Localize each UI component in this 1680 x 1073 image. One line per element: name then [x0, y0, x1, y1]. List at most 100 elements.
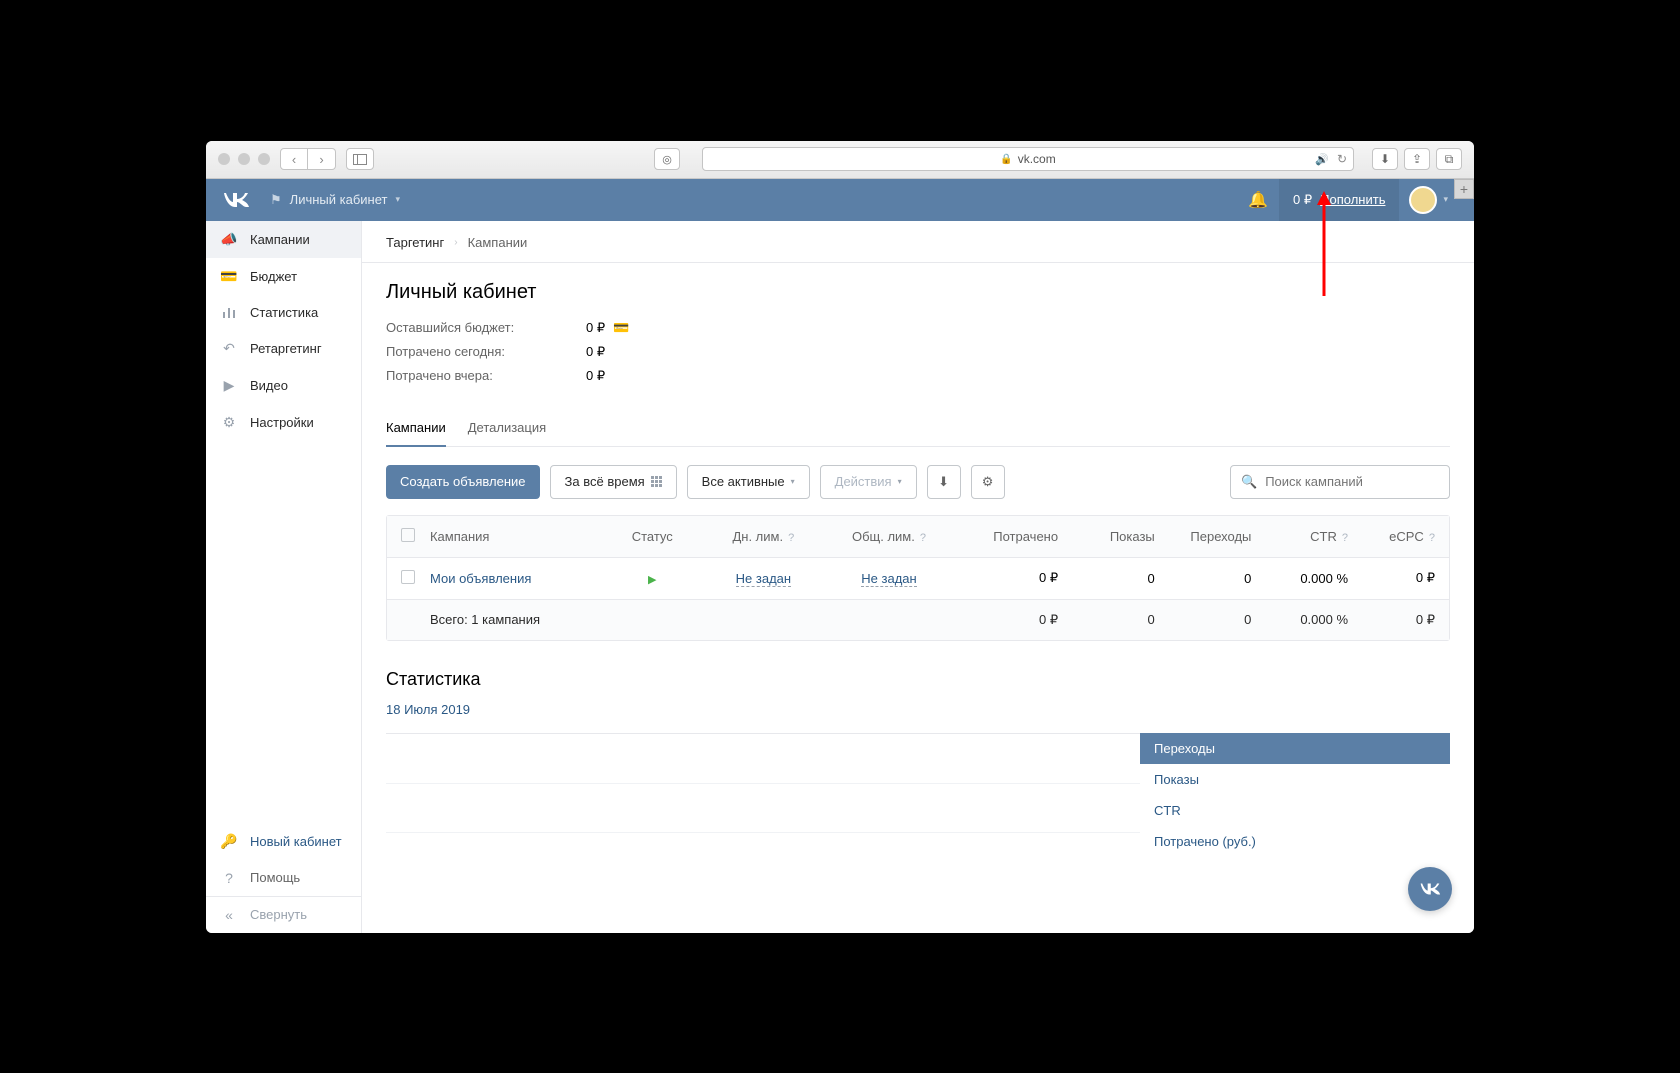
- downloads-button[interactable]: ⬇: [1372, 148, 1398, 170]
- search-input[interactable]: [1265, 474, 1441, 489]
- total-limit-link[interactable]: Не задан: [861, 571, 916, 587]
- safari-sidebar-button[interactable]: [346, 148, 374, 170]
- campaigns-table: Кампания Статус Дн. лим. ? Общ. лим. ? П…: [386, 515, 1450, 641]
- sidebar-item-budget[interactable]: 💳 Бюджет: [206, 258, 361, 295]
- sidebar-item-label: Новый кабинет: [250, 834, 342, 849]
- tab-campaigns[interactable]: Кампании: [386, 410, 446, 447]
- period-selector[interactable]: За всё время: [550, 465, 677, 499]
- row-checkbox[interactable]: [401, 570, 415, 584]
- content-tabs: Кампании Детализация: [386, 410, 1450, 447]
- sidebar-collapse[interactable]: « Свернуть: [206, 896, 361, 933]
- stats-date[interactable]: 18 Июля 2019: [386, 702, 470, 717]
- sidebar-new-cabinet[interactable]: 🔑 Новый кабинет: [206, 823, 361, 860]
- forward-button[interactable]: ›: [308, 148, 336, 170]
- sidebar-help[interactable]: ? Помощь: [206, 860, 361, 896]
- breadcrumb-root[interactable]: Таргетинг: [386, 235, 444, 250]
- tab-details[interactable]: Детализация: [468, 410, 546, 447]
- privacy-shield-button[interactable]: ◎: [654, 148, 680, 170]
- profile-menu[interactable]: ▾: [1399, 179, 1458, 221]
- remaining-budget-value: 0 ₽: [586, 320, 605, 336]
- download-button[interactable]: ⬇: [927, 465, 961, 499]
- key-icon: 🔑: [220, 833, 238, 850]
- spent-yesterday-value: 0 ₽: [586, 368, 605, 384]
- calendar-icon: [651, 476, 662, 487]
- vk-header: ⚑ Личный кабинет ▾ 🔔 0 ₽ Пополнить ▾: [206, 179, 1474, 221]
- share-button[interactable]: ⇪: [1404, 148, 1430, 170]
- search-campaigns[interactable]: 🔍: [1230, 465, 1450, 499]
- cell-clicks: 0: [1155, 571, 1252, 586]
- chart-icon: [220, 306, 238, 318]
- sidebar-item-label: Кампании: [250, 232, 310, 247]
- vk-logo[interactable]: [222, 191, 250, 209]
- gear-icon: ⚙: [982, 474, 994, 490]
- spent-yesterday-label: Потрачено вчера:: [386, 368, 586, 383]
- create-ad-button[interactable]: Создать объявление: [386, 465, 540, 499]
- video-icon: ▶: [220, 377, 238, 394]
- footer-total-label: Всего: 1 кампания: [430, 612, 604, 627]
- th-campaign[interactable]: Кампания: [430, 529, 604, 544]
- th-impressions[interactable]: Показы: [1058, 529, 1155, 544]
- toolbar: Создать объявление За всё время Все акти…: [386, 465, 1450, 499]
- th-status[interactable]: Статус: [604, 529, 701, 544]
- undo-icon: ↶: [220, 340, 238, 357]
- th-daily-limit[interactable]: Дн. лим. ?: [701, 529, 827, 544]
- sidebar-item-retargeting[interactable]: ↶ Ретаргетинг: [206, 330, 361, 367]
- sidebar-item-statistics[interactable]: Статистика: [206, 295, 361, 330]
- legend-ctr[interactable]: CTR: [1140, 795, 1450, 826]
- gear-icon: ⚙: [220, 414, 238, 431]
- sound-icon[interactable]: 🔊: [1315, 153, 1329, 166]
- status-filter[interactable]: Все активные ▾: [687, 465, 810, 499]
- th-clicks[interactable]: Переходы: [1155, 529, 1252, 544]
- sidebar-item-label: Бюджет: [250, 269, 297, 284]
- th-spent[interactable]: Потрачено: [952, 529, 1058, 544]
- legend-clicks[interactable]: Переходы: [1140, 733, 1450, 764]
- address-bar[interactable]: 🔒 vk.com 🔊 ↻: [702, 147, 1354, 171]
- footer-ctr: 0.000 %: [1251, 612, 1348, 627]
- wallet-icon[interactable]: 💳: [613, 320, 629, 336]
- stats-chart-area: Переходы Показы CTR Потрачено (руб.): [386, 733, 1450, 883]
- settings-button[interactable]: ⚙: [971, 465, 1005, 499]
- help-icon: ?: [785, 532, 794, 544]
- cell-spent: 0 ₽: [952, 570, 1058, 586]
- traffic-lights[interactable]: [218, 153, 270, 165]
- collapse-icon: «: [220, 907, 238, 923]
- sidebar-item-label: Статистика: [250, 305, 318, 320]
- budget-summary: Оставшийся бюджет: 0 ₽ 💳 Потрачено сегод…: [386, 320, 1450, 384]
- play-icon[interactable]: ▶: [648, 574, 656, 586]
- wallet-icon: 💳: [220, 268, 238, 285]
- chevron-down-icon: ▾: [1443, 194, 1448, 205]
- chevron-right-icon: ›: [454, 237, 457, 248]
- select-all-checkbox[interactable]: [401, 528, 415, 542]
- sidebar-item-label: Помощь: [250, 870, 300, 885]
- cabinet-selector[interactable]: ⚑ Личный кабинет ▾: [270, 192, 400, 208]
- breadcrumb: Таргетинг › Кампании: [362, 221, 1474, 263]
- browser-window: ‹ › ◎ 🔒 vk.com 🔊 ↻ ⬇ ⇪ ⧉ + ⚑ Личный каби…: [206, 141, 1474, 933]
- table-footer: Всего: 1 кампания 0 ₽ 0 0 0.000 % 0 ₽: [387, 600, 1449, 640]
- new-tab-button[interactable]: +: [1454, 179, 1474, 199]
- chevron-down-icon: ▾: [898, 477, 902, 486]
- th-ctr[interactable]: CTR ?: [1251, 529, 1348, 544]
- daily-limit-link[interactable]: Не задан: [736, 571, 791, 587]
- th-total-limit[interactable]: Общ. лим. ?: [826, 529, 952, 544]
- reload-icon[interactable]: ↻: [1337, 152, 1347, 166]
- help-icon: ?: [1339, 532, 1348, 544]
- page-title: Личный кабинет: [386, 281, 1450, 304]
- vk-chat-button[interactable]: [1408, 867, 1452, 911]
- topup-link[interactable]: Пополнить: [1320, 192, 1385, 207]
- notifications-button[interactable]: 🔔: [1237, 179, 1279, 221]
- campaign-link[interactable]: Мои объявления: [430, 571, 531, 586]
- tabs-button[interactable]: ⧉: [1436, 148, 1462, 170]
- th-ecpc[interactable]: eCPC ?: [1348, 529, 1435, 544]
- sidebar-item-video[interactable]: ▶ Видео: [206, 367, 361, 404]
- legend-spent[interactable]: Потрачено (руб.): [1140, 826, 1450, 857]
- sidebar-item-settings[interactable]: ⚙ Настройки: [206, 404, 361, 441]
- actions-dropdown[interactable]: Действия ▾: [820, 465, 917, 499]
- safari-toolbar: ‹ › ◎ 🔒 vk.com 🔊 ↻ ⬇ ⇪ ⧉: [206, 141, 1474, 179]
- megaphone-icon: 📣: [220, 231, 238, 248]
- cell-ctr: 0.000 %: [1251, 571, 1348, 586]
- sidebar-item-campaigns[interactable]: 📣 Кампании: [206, 221, 361, 258]
- legend-impressions[interactable]: Показы: [1140, 764, 1450, 795]
- sidebar-item-label: Ретаргетинг: [250, 341, 322, 356]
- spent-today-label: Потрачено сегодня:: [386, 344, 586, 359]
- back-button[interactable]: ‹: [280, 148, 308, 170]
